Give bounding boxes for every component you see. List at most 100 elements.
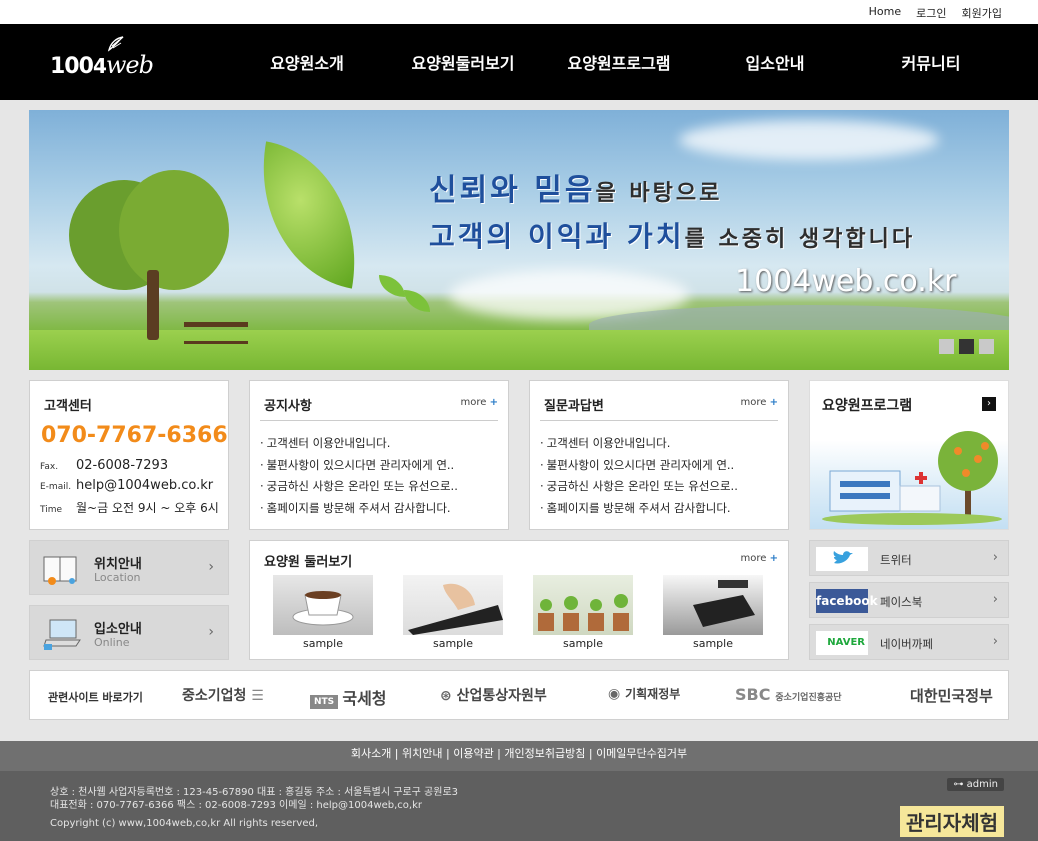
program-arrow-icon[interactable]: › [982, 397, 996, 411]
keyboard-icon [408, 583, 503, 635]
chevron-right-icon: › [208, 559, 214, 575]
list-item[interactable]: 불편사항이 있으시다면 관리자에게 연.. [540, 455, 738, 477]
gallery-caption: sample [303, 637, 343, 650]
location-sub: Location [94, 571, 141, 584]
footer-copyright: Copyright (c) www,1004web,co,kr All righ… [50, 818, 318, 829]
list-item[interactable]: 홈페이지를 방문해 주셔서 감사합니다. [260, 498, 458, 520]
list-item[interactable]: 궁금하신 사항은 온라인 또는 유선으로.. [260, 476, 458, 498]
notice-box: 공지사항 more + 고객센터 이용안내입니다. 불편사항이 있으시다면 관리… [249, 380, 509, 530]
gallery-box: 요양원 둘러보기 more + sample sample sample sam… [249, 540, 789, 660]
home-link[interactable]: Home [869, 5, 901, 21]
small-leaf [404, 290, 430, 312]
footer: 상호 : 천사웹 사업자등록번호 : 123-45-67890 대표 : 홍길동… [0, 771, 1038, 841]
list-item[interactable]: 불편사항이 있으시다면 관리자에게 연.. [260, 455, 458, 477]
list-item[interactable]: 고객센터 이용안내입니다. [540, 433, 738, 455]
chevron-right-icon: › [992, 592, 998, 607]
gallery-caption: sample [563, 637, 603, 650]
nav-program[interactable]: 요양원프로그램 [567, 50, 670, 74]
site-smba[interactable]: 중소기업청 ☰ [182, 685, 264, 705]
chevron-right-icon: › [992, 550, 998, 565]
notice-title: 공지사항 [264, 399, 312, 414]
divider [540, 420, 778, 421]
list-item[interactable]: 궁금하신 사항은 온라인 또는 유선으로.. [540, 476, 738, 498]
tree-crown [119, 170, 229, 290]
top-links: Home 로그인 회원가입 [869, 5, 1002, 21]
desk-items-icon [693, 580, 755, 627]
twitter-icon [816, 547, 868, 571]
related-sites-label: 관련사이트 바로가기 [48, 691, 143, 704]
slide-dot-3[interactable] [979, 339, 994, 354]
banner-slogan-line1: 신뢰와 믿음을 바탕으로 [429, 173, 723, 208]
facebook-link[interactable]: facebook 페이스북 › [809, 582, 1009, 618]
admin-button[interactable]: ⊶ admin [947, 778, 1004, 791]
gallery-more-link[interactable]: more + [741, 553, 778, 564]
tree-trunk [147, 270, 159, 340]
notice-list: 고객센터 이용안내입니다. 불편사항이 있으시다면 관리자에게 연.. 궁금하신… [260, 433, 458, 519]
program-title: 요양원프로그램 [822, 398, 913, 414]
hospital-illustration [822, 431, 1002, 525]
header: 1004web 요양원소개 요양원둘러보기 요양원프로그램 입소안내 커뮤니티 [0, 24, 1038, 100]
emblem-icon: ⊛ [440, 688, 452, 704]
qna-title: 질문과답변 [544, 399, 604, 414]
qna-more-link[interactable]: more + [741, 397, 778, 408]
site-mosf[interactable]: ◉ 기획재정부 [608, 685, 680, 702]
footer-link-location[interactable]: 위치안내 [402, 747, 442, 760]
cloud [679, 120, 939, 160]
nav-intro[interactable]: 요양원소개 [270, 50, 344, 74]
login-link[interactable]: 로그인 [916, 5, 946, 21]
gallery-photo-desk[interactable] [663, 575, 763, 635]
footer-link-privacy[interactable]: 개인정보취급방침 [504, 747, 585, 760]
notice-more-link[interactable]: more + [461, 397, 498, 408]
banner-slogan-line2: 고객의 이익과 가치를 소중히 생각합니다 [429, 220, 916, 253]
footer-link-email-refusal[interactable]: 이메일무단수집거부 [596, 747, 687, 760]
site-sbc[interactable]: SBC 중소기업진흥공단 [735, 685, 842, 704]
signup-link[interactable]: 회원가입 [962, 5, 1002, 21]
customer-phone: 070-7767-6366 [41, 423, 228, 448]
admission-box[interactable]: 입소안내 Online › [29, 605, 229, 660]
nav-community[interactable]: 커뮤니티 [902, 50, 961, 74]
naver-cafe-link[interactable]: NAVER 네이버까페 › [809, 624, 1009, 660]
site-korea-gov[interactable]: 대한민국정부 [910, 685, 993, 706]
twitter-link[interactable]: 트위터 › [809, 540, 1009, 576]
facebook-icon: facebook [816, 589, 878, 613]
grass-field [29, 330, 1009, 370]
small-leaf [379, 275, 405, 297]
main-banner: 신뢰와 믿음을 바탕으로 고객의 이익과 가치를 소중히 생각합니다 1004w… [29, 110, 1009, 370]
laptop-icon [43, 619, 81, 650]
location-box[interactable]: 위치안내 Location › [29, 540, 229, 595]
gallery-caption: sample [433, 637, 473, 650]
bench [184, 322, 248, 344]
chevron-right-icon: › [208, 624, 214, 640]
location-title: 위치안내 [94, 557, 142, 572]
facebook-label: 페이스북 [880, 595, 923, 609]
footer-nav: 회사소개 | 위치안내 | 이용약관 | 개인정보취급방침 | 이메일무단수집거… [0, 741, 1038, 771]
site-motie[interactable]: ⊛ 산업통상자원부 [440, 685, 547, 705]
customer-center-box: 고객센터 070-7767-6366 Fax. 02-6008-7293 E-ma… [29, 380, 229, 530]
footer-link-terms[interactable]: 이용약관 [453, 747, 493, 760]
slide-indicators [939, 339, 994, 354]
related-sites-bar: 관련사이트 바로가기 중소기업청 ☰ NTS 국세청 ⊛ 산업통상자원부 ◉ 기… [29, 670, 1009, 720]
gallery-photo-keyboard[interactable] [403, 575, 503, 635]
footer-link-company[interactable]: 회사소개 [351, 747, 391, 760]
email-row: E-mail. help@1004web.co.kr [40, 478, 214, 493]
gallery-photo-plants[interactable] [533, 575, 633, 635]
slide-dot-2[interactable] [959, 339, 974, 354]
nav-tour[interactable]: 요양원둘러보기 [411, 50, 514, 74]
divider [260, 420, 498, 421]
list-item[interactable]: 고객센터 이용안내입니다. [260, 433, 458, 455]
customer-center-title: 고객센터 [44, 399, 92, 414]
footer-contact-info: 대표전화 : 070-7767-6366 팩스 : 02-6008-7293 이… [50, 800, 422, 811]
gallery-photo-coffee[interactable] [273, 575, 373, 635]
plant-pots-icon [538, 594, 629, 631]
slide-dot-1[interactable] [939, 339, 954, 354]
site-nts[interactable]: NTS 국세청 [310, 685, 387, 709]
qna-list: 고객센터 이용안내입니다. 불편사항이 있으시다면 관리자에게 연.. 궁금하신… [540, 433, 738, 519]
admission-sub: Online [94, 636, 130, 649]
gallery-caption: sample [693, 637, 733, 650]
program-box[interactable]: 요양원프로그램 › [809, 380, 1009, 530]
list-item[interactable]: 홈페이지를 방문해 주셔서 감사합니다. [540, 498, 738, 520]
admin-trial-button[interactable]: 관리자체험 [900, 806, 1004, 837]
nav-admission[interactable]: 입소안내 [746, 50, 805, 74]
banner-url: 1004web.co.kr [735, 264, 957, 299]
stones-icon: ☰ [251, 688, 264, 704]
